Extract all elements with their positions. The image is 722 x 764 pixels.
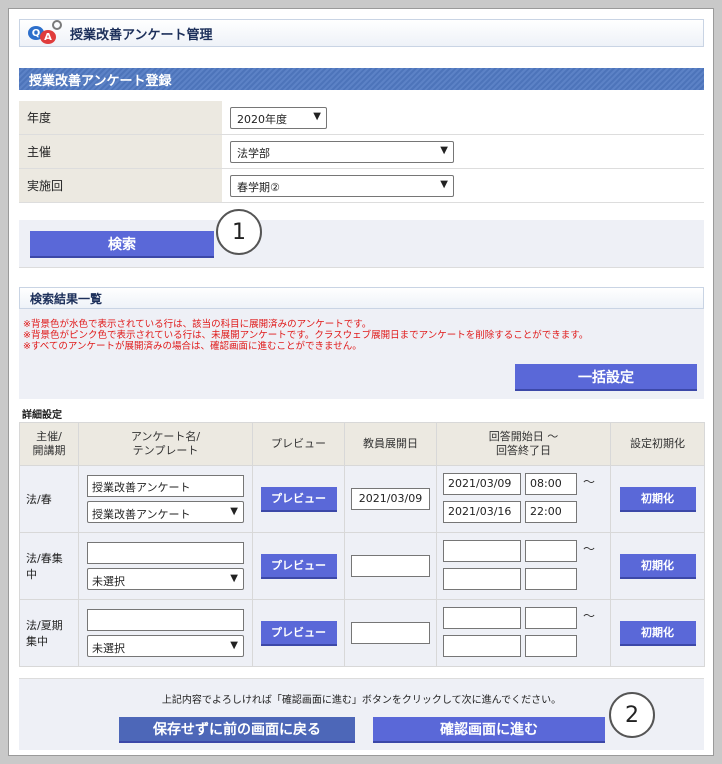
row-term: 法/夏期 集中 bbox=[19, 599, 79, 667]
template-select-value: 未選択 bbox=[92, 575, 125, 588]
page-title: 授業改善アンケート管理 bbox=[70, 27, 213, 43]
survey-name-input[interactable] bbox=[87, 609, 244, 631]
template-select[interactable]: 授業改善アンケート ▼ bbox=[87, 501, 244, 523]
template-select-value: 未選択 bbox=[92, 642, 125, 655]
back-without-saving-button[interactable]: 保存せずに前の画面に戻る bbox=[119, 717, 355, 743]
preview-button[interactable]: プレビュー bbox=[260, 553, 337, 579]
year-select[interactable]: 2020年度 ▼ bbox=[230, 107, 327, 129]
page-header: QA 授業改善アンケート管理 bbox=[19, 19, 704, 47]
qa-logo-icon: QA bbox=[26, 20, 64, 46]
chevron-down-icon: ▼ bbox=[230, 640, 238, 651]
tilde: ～ bbox=[583, 475, 596, 489]
reset-button[interactable]: 初期化 bbox=[619, 620, 696, 646]
survey-name-input[interactable]: 授業改善アンケート bbox=[87, 475, 244, 497]
col-reset: 設定初期化 bbox=[610, 422, 705, 466]
note-expanded: ※背景色が水色で表示されている行は、該当の科目に展開済みのアンケートです。 bbox=[23, 319, 372, 330]
template-select-value: 授業改善アンケート bbox=[92, 508, 191, 521]
note-all-expanded: ※すべてのアンケートが展開済みの場合は、確認画面に進むことができません。 bbox=[23, 341, 362, 352]
end-date-input[interactable] bbox=[443, 635, 521, 657]
end-time-input[interactable]: 22:00 bbox=[525, 501, 577, 523]
reset-button[interactable]: 初期化 bbox=[619, 486, 696, 512]
start-time-input[interactable] bbox=[525, 540, 577, 562]
end-time-input[interactable] bbox=[525, 568, 577, 590]
end-date-input[interactable] bbox=[443, 568, 521, 590]
row-term: 法/春 bbox=[19, 465, 79, 533]
start-time-input[interactable]: 08:00 bbox=[525, 473, 577, 495]
template-select[interactable]: 未選択 ▼ bbox=[87, 568, 244, 590]
table-row: 法/春 授業改善アンケート 授業改善アンケート ▼ プレビュー 2021/03/0… bbox=[19, 465, 705, 533]
template-select[interactable]: 未選択 ▼ bbox=[87, 635, 244, 657]
teacher-date-input[interactable] bbox=[351, 555, 430, 577]
detail-settings-title: 詳細設定 bbox=[22, 410, 62, 421]
bulk-settings-button[interactable]: 一括設定 bbox=[515, 364, 697, 391]
survey-name-input[interactable] bbox=[87, 542, 244, 564]
table-row: 法/春集 中 未選択 ▼ プレビュー ～ 初期化 bbox=[19, 532, 705, 600]
col-term: 主催/ 開講期 bbox=[19, 422, 79, 466]
chevron-down-icon: ▼ bbox=[440, 145, 448, 156]
table-header-row: 主催/ 開講期 アンケート名/ テンプレート プレビュー 教員展開日 回答開始日… bbox=[19, 422, 705, 466]
year-label: 年度 bbox=[19, 101, 222, 134]
registration-section-title: 授業改善アンケート登録 bbox=[19, 68, 704, 90]
results-section-title: 検索結果一覧 bbox=[19, 287, 704, 309]
note-unexpanded: ※背景色がピンク色で表示されている行は、未展開アンケートです。クラスウェブ展開日… bbox=[23, 330, 589, 341]
chevron-down-icon: ▼ bbox=[313, 111, 321, 122]
callout-one: 1 bbox=[216, 209, 262, 255]
row-term: 法/春集 中 bbox=[19, 532, 79, 600]
callout-two: 2 bbox=[609, 692, 655, 738]
survey-table: 主催/ 開講期 アンケート名/ テンプレート プレビュー 教員展開日 回答開始日… bbox=[19, 422, 705, 667]
year-row: 年度 2020年度 ▼ bbox=[19, 101, 704, 135]
tilde: ～ bbox=[583, 609, 596, 623]
preview-button[interactable]: プレビュー bbox=[260, 486, 337, 512]
go-to-confirm-button[interactable]: 確認画面に進む bbox=[373, 717, 605, 743]
start-date-input[interactable] bbox=[443, 607, 521, 629]
notes-area: ※背景色が水色で表示されている行は、該当の科目に展開済みのアンケートです。 ※背… bbox=[19, 309, 704, 399]
search-area: 検索 bbox=[19, 220, 704, 268]
session-select[interactable]: 春学期② ▼ bbox=[230, 175, 454, 197]
preview-button[interactable]: プレビュー bbox=[260, 620, 337, 646]
organizer-select-value: 法学部 bbox=[237, 147, 270, 160]
col-answer-period: 回答開始日 ～ 回答終了日 bbox=[436, 422, 611, 466]
tilde: ～ bbox=[583, 542, 596, 556]
table-row: 法/夏期 集中 未選択 ▼ プレビュー ～ 初期化 bbox=[19, 599, 705, 667]
chevron-down-icon: ▼ bbox=[440, 179, 448, 190]
chevron-down-icon: ▼ bbox=[230, 506, 238, 517]
start-date-input[interactable] bbox=[443, 540, 521, 562]
col-preview: プレビュー bbox=[252, 422, 345, 466]
organizer-row: 主催 法学部 ▼ bbox=[19, 135, 704, 169]
footer-area: 上記内容でよろしければ「確認画面に進む」ボタンをクリックして次に進んでください。… bbox=[19, 678, 704, 750]
year-select-value: 2020年度 bbox=[237, 113, 287, 126]
reset-button[interactable]: 初期化 bbox=[619, 553, 696, 579]
window-frame: QA 授業改善アンケート管理 授業改善アンケート登録 年度 2020年度 ▼ 主… bbox=[8, 8, 714, 756]
confirm-message: 上記内容でよろしければ「確認画面に進む」ボタンをクリックして次に進んでください。 bbox=[161, 695, 562, 706]
col-name: アンケート名/ テンプレート bbox=[78, 422, 253, 466]
session-row: 実施回 春学期② ▼ bbox=[19, 169, 704, 203]
end-time-input[interactable] bbox=[525, 635, 577, 657]
start-date-input[interactable]: 2021/03/09 bbox=[443, 473, 521, 495]
search-button[interactable]: 検索 bbox=[30, 231, 214, 258]
end-date-input[interactable]: 2021/03/16 bbox=[443, 501, 521, 523]
teacher-date-input[interactable]: 2021/03/09 bbox=[351, 488, 430, 510]
organizer-select[interactable]: 法学部 ▼ bbox=[230, 141, 454, 163]
col-teacher-date: 教員展開日 bbox=[344, 422, 437, 466]
session-select-value: 春学期② bbox=[237, 181, 280, 194]
session-label: 実施回 bbox=[19, 169, 222, 202]
start-time-input[interactable] bbox=[525, 607, 577, 629]
chevron-down-icon: ▼ bbox=[230, 573, 238, 584]
teacher-date-input[interactable] bbox=[351, 622, 430, 644]
organizer-label: 主催 bbox=[19, 135, 222, 168]
